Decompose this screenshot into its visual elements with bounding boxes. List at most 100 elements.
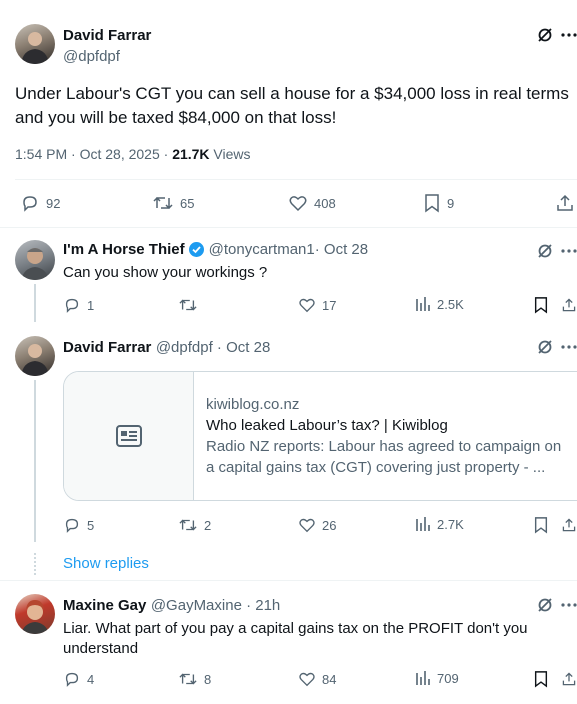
post-date[interactable]: · Oct 28 [213,339,270,356]
avatar[interactable] [15,336,55,376]
author-name[interactable]: Maxine Gay [63,597,146,614]
like-count: 408 [314,195,336,211]
share-icon[interactable] [561,516,577,534]
author-handle[interactable]: @GayMaxine [151,597,242,614]
divider [0,580,577,581]
more-icon[interactable] [560,338,577,356]
author-name[interactable]: I'm A Horse Thief [63,241,185,258]
views-button[interactable]: 709 [415,670,459,686]
repost-count: 65 [180,195,195,211]
repost-icon [178,670,198,688]
reply-text-line: understand [63,640,139,657]
views-button[interactable]: 2.7K [415,516,464,532]
divider [0,227,577,228]
grok-icon[interactable] [536,242,554,260]
verified-badge-icon [188,241,205,258]
reply-button[interactable]: 1 [63,296,94,314]
like-button[interactable]: 26 [298,516,336,534]
analytics-icon [415,516,431,532]
repost-button[interactable]: 2 [178,516,211,534]
link-card-description: Radio NZ reports: Labour has agreed to c… [206,438,562,455]
heart-icon [298,670,316,688]
avatar[interactable] [15,240,55,280]
repost-button[interactable]: 8 [178,670,211,688]
thread-line [34,380,36,542]
bookmark-icon[interactable] [533,516,549,534]
reply-count: 1 [87,297,95,313]
bookmark-icon[interactable] [533,296,549,314]
views-count: 709 [437,670,459,686]
grok-icon[interactable] [536,338,554,356]
avatar[interactable] [15,594,55,634]
bookmark-button[interactable]: 9 [423,193,454,213]
post-date[interactable]: · Oct 28 [315,241,368,258]
link-card[interactable]: kiwiblog.co.nz Who leaked Labour’s tax? … [63,371,577,501]
reply-text: Liar. What part of you pay a capital gai… [63,619,528,659]
grok-icon[interactable] [536,26,554,44]
analytics-icon [415,670,431,686]
reply-header: Maxine Gay @GayMaxine · 21h [63,597,280,615]
like-button[interactable]: 408 [288,193,336,213]
author-name[interactable]: David Farrar [63,339,151,356]
like-count: 26 [322,517,337,533]
link-card-domain: kiwiblog.co.nz [206,396,300,413]
share-icon[interactable] [561,296,577,314]
link-card-thumbnail [64,372,194,500]
repost-button[interactable] [178,296,204,314]
avatar[interactable] [15,24,55,64]
like-button[interactable]: 84 [298,670,336,688]
views-count: 2.7K [437,516,464,532]
link-card-title: Who leaked Labour’s tax? | Kiwiblog [206,417,448,434]
repost-count: 8 [204,671,212,687]
author-handle[interactable]: @dpfdpf [156,339,213,356]
reply-button[interactable]: 92 [20,193,60,213]
views-button[interactable]: 2.5K [415,296,464,312]
reply-count: 5 [87,517,95,533]
views-count: 2.5K [437,296,464,312]
divider [15,179,577,180]
bookmark-icon[interactable] [533,670,549,688]
repost-icon [178,296,198,314]
analytics-icon [415,296,431,312]
share-icon[interactable] [555,193,575,213]
heart-icon [298,516,316,534]
more-icon[interactable] [560,26,577,44]
views-count: 21.7K [172,146,210,162]
reply-text: Can you show your workings ? [63,264,268,281]
thread-dots [34,553,36,575]
repost-icon [152,193,174,213]
post-text: Under Labour's CGT you can sell a house … [15,82,569,130]
reply-icon [20,193,40,213]
show-replies-link[interactable]: Show replies [63,555,149,572]
author-handle[interactable]: @dpfdpf [63,48,120,65]
link-card-body: kiwiblog.co.nz Who leaked Labour’s tax? … [194,372,573,500]
reply-header: I'm A Horse Thief @tonycartman1 · Oct 28 [63,241,368,258]
post-timestamp[interactable]: 1:54 PM · Oct 28, 2025 · [15,146,172,162]
link-card-description: a capital gains tax (CGT) covering just … [206,459,546,476]
repost-button[interactable]: 65 [152,193,194,213]
views-label: Views [209,146,251,162]
reply-icon [63,670,81,688]
more-icon[interactable] [560,242,577,260]
reply-icon [63,516,81,534]
more-icon[interactable] [560,596,577,614]
article-icon [115,425,142,447]
post-text-line: and you will be taxed $84,000 on that lo… [15,108,337,127]
post-text-line: Under Labour's CGT you can sell a house … [15,84,569,103]
share-icon[interactable] [561,670,577,688]
reply-count: 92 [46,195,61,211]
heart-icon [288,193,308,213]
post-date[interactable]: · 21h [242,597,280,614]
reply-button[interactable]: 4 [63,670,94,688]
reply-icon [63,296,81,314]
bookmark-icon [423,193,441,213]
post-meta: 1:54 PM · Oct 28, 2025 · 21.7K Views [15,146,251,162]
reply-count: 4 [87,671,95,687]
author-name[interactable]: David Farrar [63,27,151,44]
reply-button[interactable]: 5 [63,516,94,534]
heart-icon [298,296,316,314]
like-button[interactable]: 17 [298,296,336,314]
author-handle[interactable]: @tonycartman1 [209,241,315,258]
grok-icon[interactable] [536,596,554,614]
repost-count: 2 [204,517,212,533]
